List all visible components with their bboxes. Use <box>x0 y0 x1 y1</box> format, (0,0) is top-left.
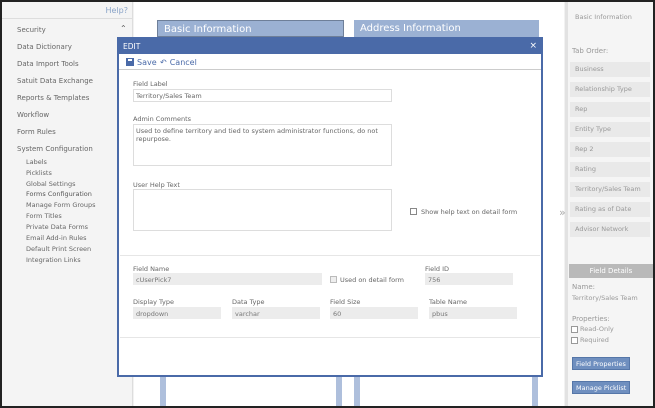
data-type-label: Data Type <box>232 298 265 306</box>
required-checkbox[interactable] <box>571 337 578 344</box>
nav-item-system-configuration[interactable]: System Configuration <box>17 145 93 153</box>
tab-order-label: Tab Order: <box>572 47 609 55</box>
field-details-header: Field Details <box>569 264 653 278</box>
show-help-label: Show help text on detail form <box>421 208 518 216</box>
read-only-label: Read-Only <box>580 325 614 333</box>
save-label: Save <box>137 58 157 67</box>
nav-sub-picklists[interactable]: Picklists <box>26 169 52 177</box>
help-link[interactable]: Help? <box>106 6 128 15</box>
tab-order-item[interactable]: Rating as of Date <box>570 202 650 217</box>
admin-comments-label: Admin Comments <box>133 115 192 123</box>
edit-modal: EDIT × Save ↶ Cancel Field Label Territor… <box>117 37 543 377</box>
name-label: Name: <box>572 283 596 291</box>
field-size-label: Field Size <box>330 298 361 306</box>
nav-sub-default-print-screen[interactable]: Default Print Screen <box>26 245 91 253</box>
admin-comments-textarea[interactable]: Used to define territory and tied to sys… <box>133 124 392 166</box>
nav-item-form-rules[interactable]: Form Rules <box>17 128 56 136</box>
close-icon[interactable]: × <box>529 39 537 54</box>
field-properties-button[interactable]: Field Properties <box>572 357 630 370</box>
table-name-label: Table Name <box>429 298 468 306</box>
section-border-mid2 <box>354 374 360 406</box>
modal-title: EDIT <box>119 39 541 54</box>
nav-sub-private-data-forms[interactable]: Private Data Forms <box>26 223 88 231</box>
tab-order-item[interactable]: Rating <box>570 162 650 177</box>
nav-item-satuit-data-exchange[interactable]: Satuit Data Exchange <box>17 77 93 85</box>
tab-order-item[interactable]: Rep 2 <box>570 142 650 157</box>
name-value: Territory/Sales Team <box>572 294 638 302</box>
tab-order-item[interactable]: Rep <box>570 102 650 117</box>
section-basic-information[interactable]: Basic Information <box>157 20 344 37</box>
section-separator <box>120 255 540 256</box>
tab-order-item[interactable]: Business <box>570 62 650 77</box>
nav-sub-manage-form-groups[interactable]: Manage Form Groups <box>26 201 96 209</box>
nav-divider <box>2 18 133 19</box>
tab-order-item[interactable]: Advisor Network <box>570 222 650 237</box>
cancel-label: Cancel <box>169 58 197 67</box>
field-id-label: Field ID <box>425 265 449 273</box>
required-label: Required <box>580 336 609 344</box>
used-on-detail-label: Used on detail form <box>340 276 404 284</box>
section-address-information[interactable]: Address Information <box>354 20 539 37</box>
save-button[interactable]: Save <box>126 58 157 67</box>
nav-item-workflow[interactable]: Workflow <box>17 111 49 119</box>
nav-item-data-import-tools[interactable]: Data Import Tools <box>17 60 79 68</box>
data-type-input: varchar <box>232 307 320 319</box>
nav-sub-global-settings[interactable]: Global Settings <box>26 180 75 188</box>
rp-basic-information[interactable]: Basic Information <box>570 10 650 25</box>
tab-order-item[interactable]: Relationship Type <box>570 82 650 97</box>
nav-item-security[interactable]: Security <box>17 26 46 34</box>
nav-sub-email-addin-rules[interactable]: Email Add-in Rules <box>26 234 87 242</box>
user-help-textarea[interactable] <box>133 189 392 231</box>
nav-item-reports-templates[interactable]: Reports & Templates <box>17 94 89 102</box>
field-size-input: 60 <box>330 307 418 319</box>
tab-order-item[interactable]: Territory/Sales Team <box>570 182 650 197</box>
section-border-left <box>160 374 166 406</box>
show-help-checkbox[interactable] <box>410 208 417 215</box>
section-border-mid <box>336 374 342 406</box>
save-icon <box>126 58 134 66</box>
field-label-input[interactable]: Territory/Sales Team <box>133 89 392 102</box>
undo-icon: ↶ <box>160 58 167 67</box>
table-name-input: pbus <box>429 307 517 319</box>
field-name-input: cUserPick7 <box>133 273 322 285</box>
section-border-right <box>532 374 538 406</box>
app-frame: Help? ⌃ Security Data Dictionary Data Im… <box>0 0 655 408</box>
left-navigation: Help? ⌃ Security Data Dictionary Data Im… <box>2 2 133 406</box>
field-label-label: Field Label <box>133 80 168 88</box>
used-on-detail-checkbox <box>330 276 337 283</box>
tab-order-item[interactable]: Entity Type <box>570 122 650 137</box>
nav-sub-forms-configuration[interactable]: Forms Configuration <box>26 190 92 198</box>
chevron-up-icon[interactable]: ⌃ <box>120 24 127 33</box>
toolbar-divider <box>119 69 541 70</box>
read-only-checkbox[interactable] <box>571 326 578 333</box>
properties-label: Properties: <box>572 315 610 323</box>
display-type-input: dropdown <box>133 307 221 319</box>
field-name-label: Field Name <box>133 265 170 273</box>
manage-picklist-button[interactable]: Manage Picklist <box>572 381 631 394</box>
nav-item-data-dictionary[interactable]: Data Dictionary <box>17 43 72 51</box>
double-chevron-right-icon[interactable]: » <box>559 206 566 219</box>
field-id-input: 756 <box>425 273 513 285</box>
cancel-button[interactable]: ↶ Cancel <box>160 58 197 67</box>
nav-sub-form-titles[interactable]: Form Titles <box>26 212 62 220</box>
footer-separator <box>120 337 540 338</box>
user-help-text-label: User Help Text <box>133 181 180 189</box>
display-type-label: Display Type <box>133 298 174 306</box>
nav-sub-integration-links[interactable]: Integration Links <box>26 256 81 264</box>
nav-sub-labels[interactable]: Labels <box>26 158 47 166</box>
